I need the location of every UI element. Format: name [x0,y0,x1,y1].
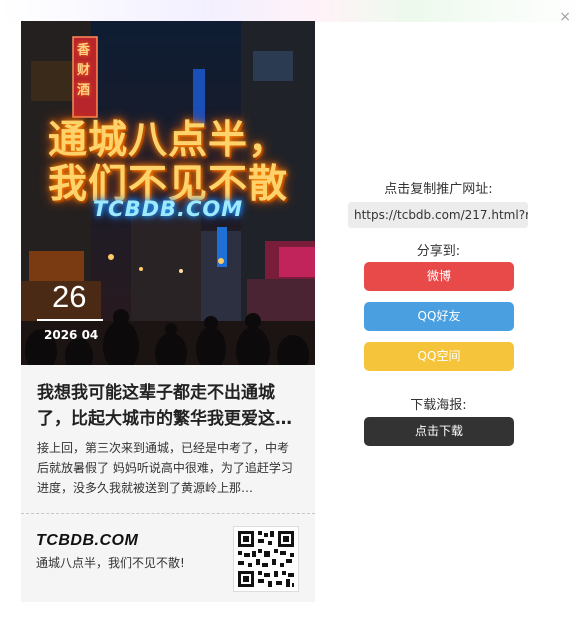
top-gradient-bar [0,0,585,22]
poster-card: 香财酒 通城八点半， 我们不见不散 TCBDB.COM 26 2026 04 我… [21,21,315,602]
copy-url-label: 点击复制推广网址: [384,182,493,197]
download-poster-label: 下载海报: [410,398,467,413]
site-slogan: 通城八点半，我们不见不散! [36,556,185,570]
share-qq-friend-button[interactable]: QQ好友 [364,302,514,331]
promo-url-field[interactable]: https://tcbdb.com/217.html?r [348,202,528,228]
vertical-neon-sign-text: 香财酒 [77,43,91,98]
poster-hero-brand: TCBDB.COM [92,197,244,221]
close-icon[interactable]: × [559,10,571,24]
poster-year-month: 2026 04 [44,328,99,342]
site-logo: TCBDB.COM [36,532,139,549]
date-divider [37,319,103,321]
poster-day: 26 [52,279,87,314]
poster-headline: 我想我可能这辈子都走不出通城了，比起大城市的繁华我更爱这… [37,383,292,429]
dashed-divider [21,513,315,514]
share-qzone-button[interactable]: QQ空间 [364,342,514,371]
download-poster-button[interactable]: 点击下载 [364,417,514,446]
poster-excerpt: 接上回，第三次来到通城，已经是中考了，中考后就放暑假了 妈妈听说高中很难，为了追… [37,441,293,495]
poster-hero-image: 香财酒 通城八点半， 我们不见不散 TCBDB.COM 26 2026 04 [21,21,315,365]
share-label: 分享到: [416,244,461,259]
qr-code [233,526,299,592]
share-weibo-button[interactable]: 微博 [364,262,514,291]
